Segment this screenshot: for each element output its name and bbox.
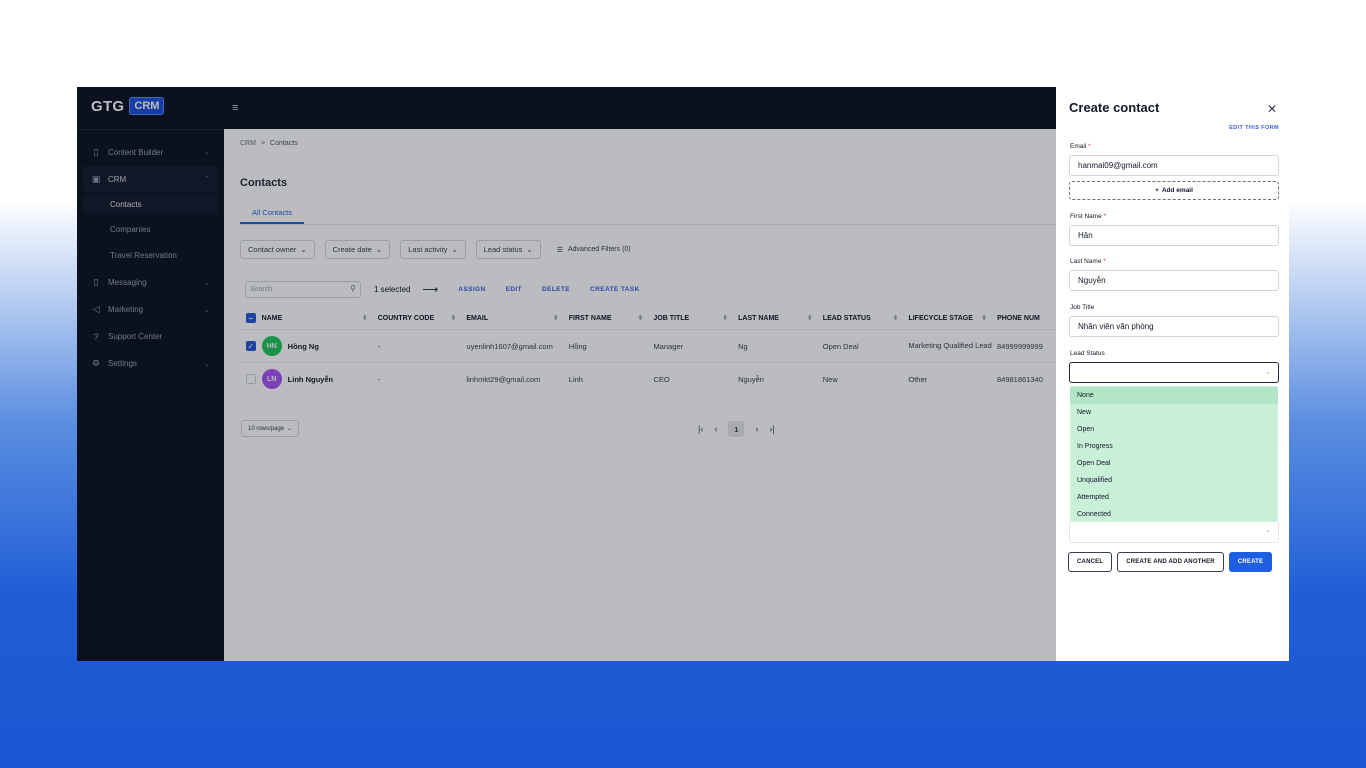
first-name-field[interactable]: Hân [1069,225,1279,246]
crm-app-window: GTG CRM ▯ Content Builder ⌄ ▣ CRM ⌃ Cont… [77,87,1289,661]
modal-backdrop[interactable] [77,87,1056,661]
option-connected[interactable]: Connected [1070,506,1278,523]
create-contact-drawer: Create contact ✕ EDIT THIS FORM Email * … [1056,87,1289,661]
last-name-field[interactable]: Nguyễn [1069,270,1279,291]
last-name-label: Last Name * [1070,258,1106,265]
lead-status-label: Lead Status [1070,350,1105,357]
close-icon[interactable]: ✕ [1267,102,1277,116]
drawer-title: Create contact [1069,100,1160,115]
option-open[interactable]: Open [1070,421,1278,438]
job-title-field[interactable]: Nhân viên văn phòng [1069,316,1279,337]
option-unqualified[interactable]: Unqualified [1070,472,1278,489]
option-attempted[interactable]: Attempted [1070,489,1278,506]
lead-status-dropdown: None New Open In Progress Open Deal Unqu… [1070,386,1278,522]
option-open-deal[interactable]: Open Deal [1070,455,1278,472]
add-email-label: Add email [1161,187,1193,194]
lead-status-select[interactable]: ⌄ [1069,362,1279,383]
lifecycle-stage-select[interactable]: ⌄ [1069,522,1279,543]
chevron-down-icon: ⌄ [1265,369,1271,376]
option-in-progress[interactable]: In Progress [1070,438,1278,455]
email-label: Email * [1070,143,1091,150]
create-button[interactable]: CREATE [1228,552,1273,572]
job-title-label: Job Title [1070,304,1095,311]
plus-icon: + [1155,187,1159,194]
edit-form-link[interactable]: EDIT THIS FORM [1229,125,1279,131]
create-and-add-another-button[interactable]: CREATE AND ADD ANOTHER [1117,552,1224,572]
chevron-down-icon: ⌄ [1265,527,1271,534]
option-none[interactable]: None [1070,387,1278,404]
option-new[interactable]: New [1070,404,1278,421]
email-field[interactable]: hanmai09@gmail.com [1069,155,1279,176]
add-email-button[interactable]: + Add email [1069,181,1279,200]
cancel-button[interactable]: CANCEL [1068,552,1113,572]
first-name-label: First Name * [1070,213,1107,220]
drawer-actions: CANCEL CREATE AND ADD ANOTHER CREATE [1068,552,1273,572]
